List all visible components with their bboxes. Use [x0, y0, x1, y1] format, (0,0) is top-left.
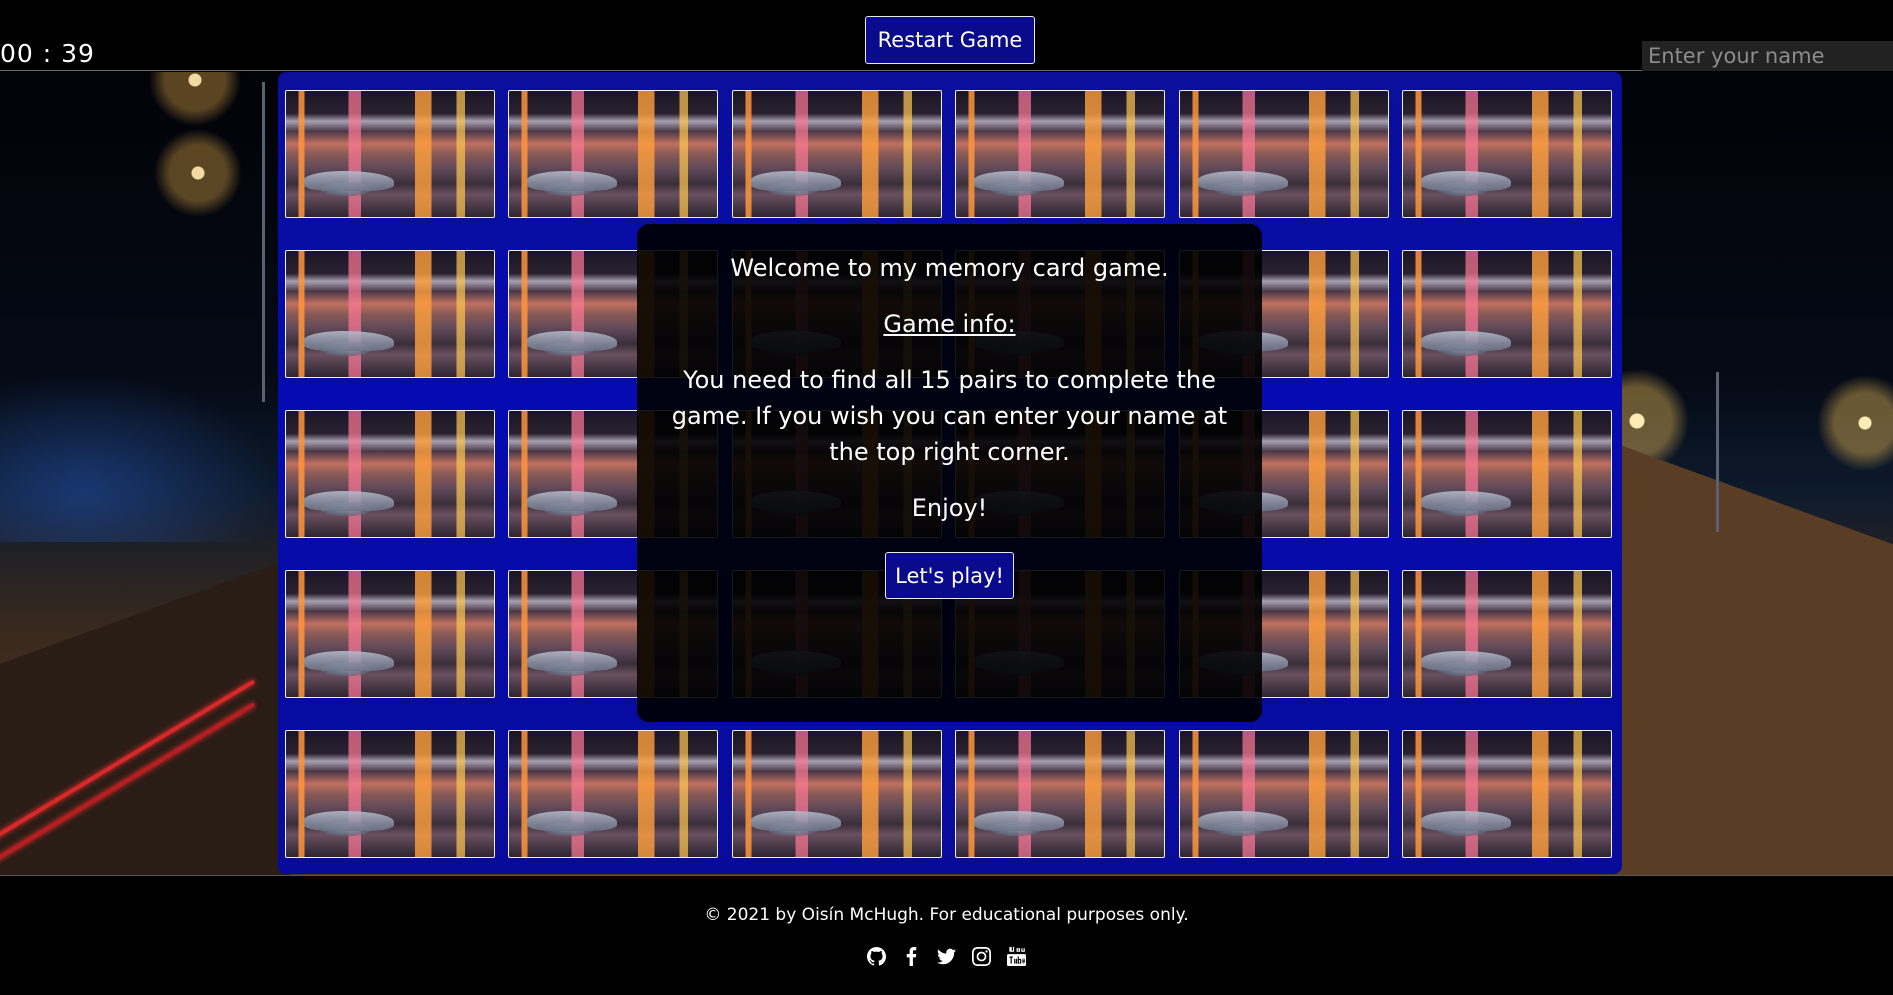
- facebook-icon[interactable]: [902, 946, 921, 966]
- memory-card[interactable]: [1179, 730, 1389, 858]
- game-info-text: You need to find all 15 pairs to complet…: [671, 366, 1228, 466]
- memory-card[interactable]: [1402, 570, 1612, 698]
- game-info-heading: Game info:: [883, 310, 1016, 338]
- memory-card[interactable]: [732, 90, 942, 218]
- welcome-message: Welcome to my memory card game.: [730, 254, 1169, 282]
- lets-play-button[interactable]: Let's play!: [885, 552, 1014, 599]
- memory-card[interactable]: [1402, 730, 1612, 858]
- memory-card[interactable]: [955, 90, 1165, 218]
- memory-card[interactable]: [955, 730, 1165, 858]
- memory-card[interactable]: [1402, 90, 1612, 218]
- memory-card[interactable]: [1402, 410, 1612, 538]
- github-icon[interactable]: [867, 946, 886, 966]
- youtube-icon[interactable]: [1007, 946, 1026, 966]
- memory-card[interactable]: [508, 730, 718, 858]
- game-timer: 00 : 39: [0, 39, 95, 68]
- memory-card[interactable]: [732, 730, 942, 858]
- copyright-text: © 2021 by Oisín McHugh. For educational …: [704, 905, 1189, 925]
- memory-card[interactable]: [1179, 90, 1389, 218]
- memory-card[interactable]: [285, 410, 495, 538]
- footer: © 2021 by Oisín McHugh. For educational …: [0, 875, 1893, 995]
- header-bar: 00 : 39 Restart Game: [0, 0, 1893, 71]
- memory-card[interactable]: [285, 90, 495, 218]
- player-name-input[interactable]: [1642, 41, 1893, 71]
- twitter-icon[interactable]: [937, 946, 956, 966]
- social-links: [0, 946, 1893, 966]
- enjoy-message: Enjoy!: [911, 494, 988, 522]
- memory-card[interactable]: [285, 730, 495, 858]
- instagram-icon[interactable]: [972, 946, 991, 966]
- memory-card[interactable]: [1402, 250, 1612, 378]
- memory-card[interactable]: [285, 250, 495, 378]
- restart-game-button[interactable]: Restart Game: [865, 16, 1035, 64]
- memory-card[interactable]: [285, 570, 495, 698]
- welcome-modal: Welcome to my memory card game. Game inf…: [637, 224, 1262, 722]
- memory-card[interactable]: [508, 90, 718, 218]
